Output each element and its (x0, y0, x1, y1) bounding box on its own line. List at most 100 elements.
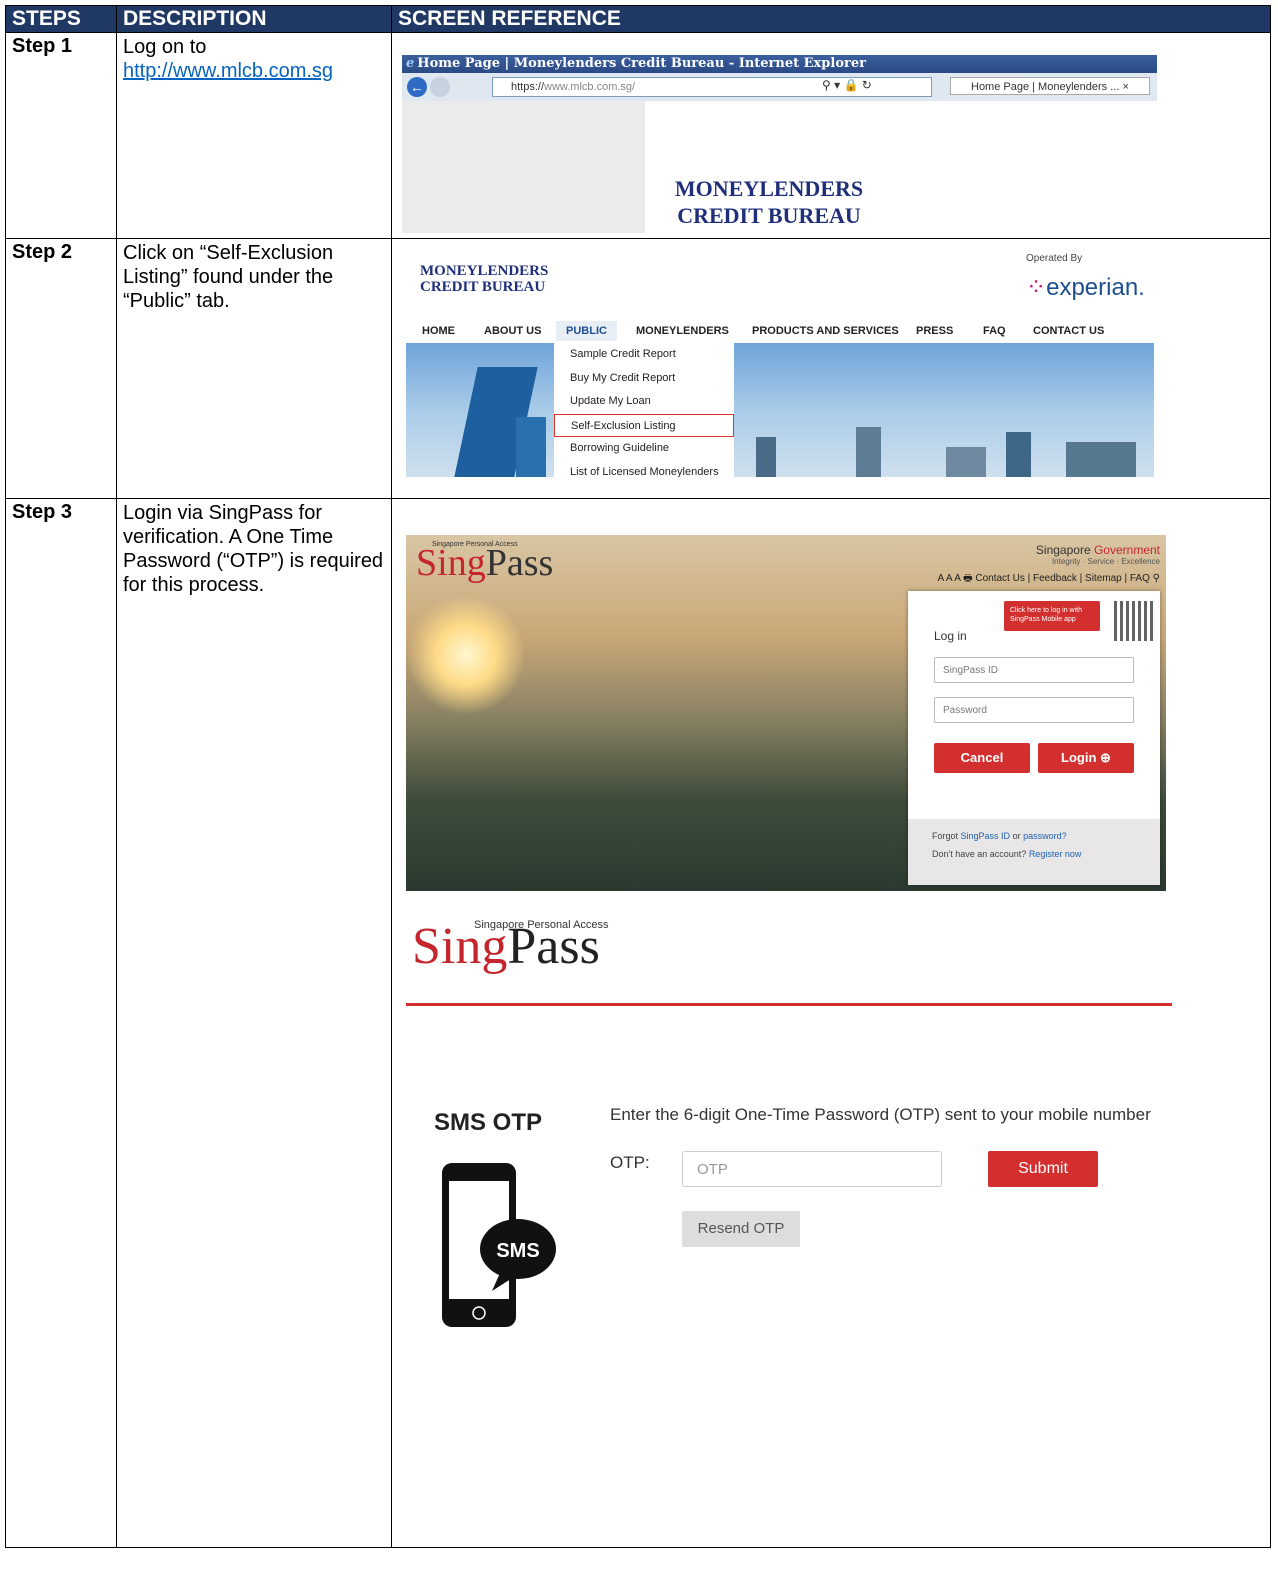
gov-red: Government (1093, 543, 1160, 557)
singpass-logo-pass: Pass (485, 542, 554, 584)
nav-public[interactable]: PUBLIC (556, 321, 617, 341)
public-dropdown-menu: Sample Credit Report Buy My Credit Repor… (554, 343, 734, 477)
header-description: DESCRIPTION (116, 5, 392, 33)
gov-prefix: Singapore (1035, 543, 1091, 557)
ie-title-text: Home Page | Moneylenders Credit Bureau -… (417, 56, 866, 71)
step2-screen: MONEYLENDERS CREDIT BUREAU Operated By ⁘… (391, 238, 1271, 499)
step3-label: Step 3 (5, 498, 117, 1548)
otp-label: OTP: (610, 1153, 650, 1172)
singpass-otp-logo: Singapore Personal Access SingPass (412, 917, 609, 976)
utility-links[interactable]: A A A 🖶 Contact Us | Feedback | Sitemap … (938, 571, 1160, 588)
register-now-link[interactable]: Register now (1029, 849, 1082, 859)
skyline-building (1066, 442, 1136, 477)
step2-label: Step 2 (5, 238, 117, 499)
hero-skyline-image (406, 343, 1154, 477)
main-nav: HOME ABOUT US PUBLIC MONEYLENDERS PRODUC… (406, 321, 1154, 343)
submit-button[interactable]: Submit (988, 1151, 1098, 1187)
ie-title-bar: e Home Page | Moneylenders Credit Bureau … (402, 55, 1157, 73)
forward-arrow-icon[interactable] (430, 77, 450, 97)
sms-bubble-text: SMS (496, 1240, 539, 1262)
utility-links-text[interactable]: A A A 🖶 Contact Us | Feedback | Sitemap … (938, 573, 1150, 584)
address-domain: www.mlcb.com.sg/ (544, 81, 636, 93)
password-input[interactable]: Password (934, 697, 1134, 723)
skyline-building (756, 437, 776, 477)
search-icon[interactable]: ⚲ (1153, 573, 1160, 584)
step1-screen: e Home Page | Moneylenders Credit Bureau … (391, 32, 1271, 239)
logo-line2: CREDIT BUREAU (420, 279, 546, 295)
singpass-id-input[interactable]: SingPass ID (934, 657, 1134, 683)
experian-text: experian. (1046, 274, 1145, 301)
step3-row: Step 3 Login via SingPass for verificati… (5, 498, 1271, 1548)
menu-item-update-my-loan[interactable]: Update My Loan (554, 390, 734, 414)
otp-input[interactable]: OTP (682, 1151, 942, 1187)
singpass-logo-sing: Sing (416, 542, 486, 584)
singpass-logo-tagline: Singapore Personal Access (432, 541, 518, 548)
singapore-government-logo: Singapore Government Integrity · Service… (1036, 543, 1160, 566)
step3-description: Login via SingPass for verification. A O… (116, 498, 392, 1548)
singpass-otp-logo-tagline: Singapore Personal Access (474, 919, 609, 931)
gov-tagline: Integrity · Service · Excellence (1051, 557, 1160, 566)
ie-toolbar: ← https://www.mlcb.com.sg/ ⚲ ▾ 🔒 ↻ Home … (402, 73, 1157, 102)
header-steps: STEPS (5, 5, 117, 33)
steps-table: STEPS DESCRIPTION SCREEN REFERENCE Step … (5, 5, 1271, 1548)
step1-description: Log on to http://www.mlcb.com.sg (116, 32, 392, 239)
header-screen-reference: SCREEN REFERENCE (391, 5, 1271, 33)
cancel-button[interactable]: Cancel (934, 743, 1030, 773)
singpass-mobile-tooltip[interactable]: Click here to log in with SingPass Mobil… (1004, 601, 1100, 631)
address-https: https:// (511, 81, 545, 93)
step1-label: Step 1 (5, 32, 117, 239)
nav-press[interactable]: PRESS (916, 325, 953, 337)
menu-item-buy-my-credit-report[interactable]: Buy My Credit Report (554, 367, 734, 391)
sunset-sun (406, 595, 526, 715)
skyline-building (516, 417, 546, 477)
experian-logo: ⁘experian. (1026, 273, 1145, 302)
site-title-line2: CREDIT BUREAU (677, 203, 861, 228)
ie-address-icons: ⚲ ▾ 🔒 ↻ (822, 78, 872, 92)
browser-tab[interactable]: Home Page | Moneylenders ... × (950, 77, 1150, 95)
mlcb-url-link[interactable]: http://www.mlcb.com.sg (123, 60, 333, 82)
no-account-text: Don't have an account? (932, 849, 1027, 859)
logo-line1: MONEYLENDERS (420, 263, 549, 279)
nav-contact-us[interactable]: CONTACT US (1033, 325, 1104, 337)
step3-screen: Singapore Personal Access SingPass Singa… (391, 498, 1271, 1548)
skyline-building (1006, 432, 1031, 477)
forgot-singpass-id-link[interactable]: SingPass ID (961, 831, 1011, 841)
sms-otp-title: SMS OTP (434, 1109, 543, 1136)
back-arrow-icon[interactable]: ← (407, 77, 427, 97)
header-divider (406, 1003, 1172, 1006)
ie-page-sidebar (402, 101, 645, 233)
login-button[interactable]: Login ⊕ (1038, 743, 1134, 773)
forgot-prefix: Forgot (932, 831, 959, 841)
skyline-building (856, 427, 881, 477)
mlcb-site-title: MONEYLENDERS CREDIT BUREAU (664, 175, 874, 229)
step2-row: Step 2 Click on “Self-Exclusion Listing”… (5, 238, 1271, 499)
nav-about-us[interactable]: ABOUT US (484, 325, 541, 337)
menu-item-borrowing-guideline[interactable]: Borrowing Guideline (554, 437, 734, 461)
step1-desc-text: Log on to (123, 36, 207, 58)
login-card-footer: Forgot SingPass ID or password? Don't ha… (908, 819, 1160, 885)
nav-faq[interactable]: FAQ (983, 325, 1006, 337)
menu-item-self-exclusion-listing[interactable]: Self-Exclusion Listing (554, 413, 734, 437)
nav-moneylenders[interactable]: MONEYLENDERS (636, 325, 729, 337)
singpass-logo: Singapore Personal Access SingPass (416, 541, 553, 585)
mlcb-logo[interactable]: MONEYLENDERS CREDIT BUREAU (420, 263, 548, 295)
experian-dots-icon: ⁘ (1026, 274, 1047, 301)
singpass-login-page: Singapore Personal Access SingPass Singa… (406, 535, 1166, 891)
tab-close-icon[interactable]: × (1122, 81, 1128, 93)
skyline-building (946, 447, 986, 477)
forgot-or: or (1012, 831, 1021, 841)
qr-code-icon[interactable] (1114, 601, 1154, 641)
menu-item-sample-credit-report[interactable]: Sample Credit Report (554, 343, 734, 367)
operated-by-label: Operated By (1026, 253, 1083, 264)
nav-home[interactable]: HOME (422, 325, 455, 337)
resend-otp-button[interactable]: Resend OTP (682, 1211, 800, 1247)
ie-logo-icon: e (406, 56, 415, 71)
site-title-line1: MONEYLENDERS (674, 176, 864, 201)
nav-products-and-services[interactable]: PRODUCTS AND SERVICES (752, 325, 899, 337)
otp-instructions: Enter the 6-digit One-Time Password (OTP… (610, 1105, 1151, 1124)
browser-tab-label: Home Page | Moneylenders ... (971, 81, 1120, 93)
forgot-password-link[interactable]: password? (1023, 831, 1067, 841)
menu-item-list-of-licensed-moneylenders[interactable]: List of Licensed Moneylenders (554, 461, 734, 478)
ie-browser-window: e Home Page | Moneylenders Credit Bureau … (402, 55, 1157, 233)
step1-row: Step 1 Log on to http://www.mlcb.com.sg … (5, 32, 1271, 239)
